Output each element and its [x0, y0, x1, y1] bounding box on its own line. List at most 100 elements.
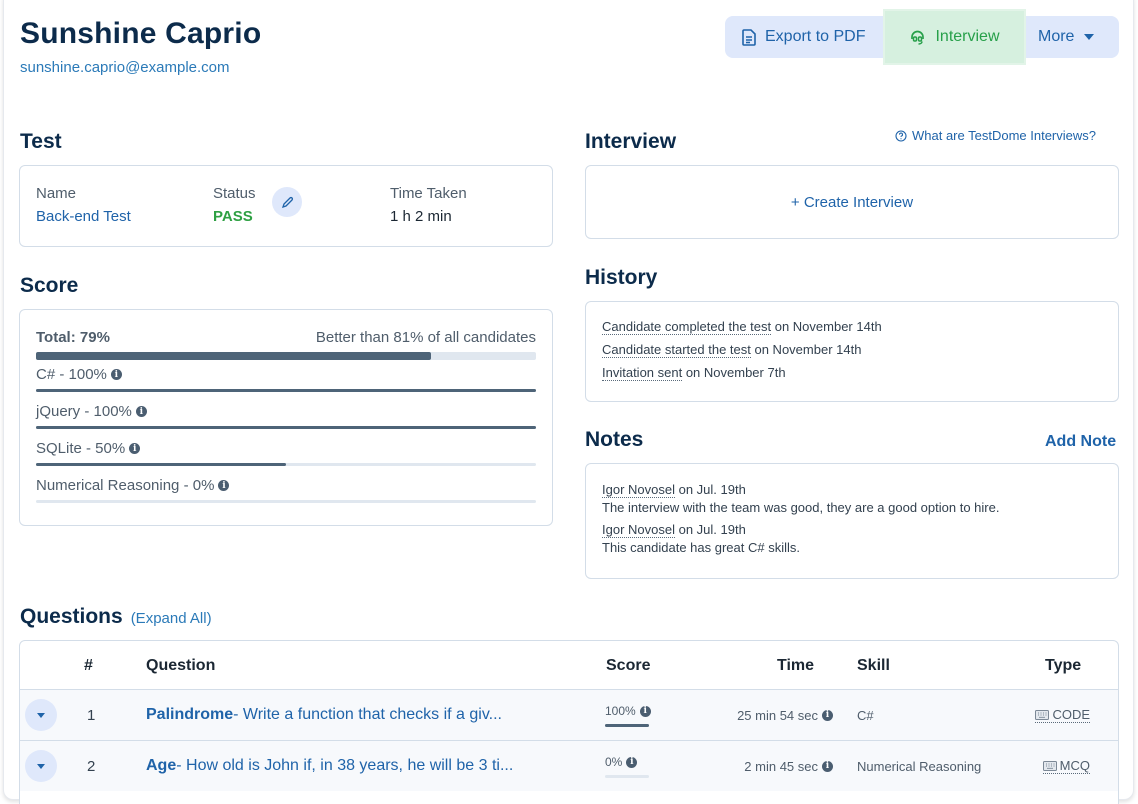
interview-card: + Create Interview — [585, 165, 1119, 239]
question-number: 2 — [87, 757, 96, 775]
question-time: 2 min 45 sec i — [744, 741, 833, 791]
history-item: Candidate completed the test on November… — [602, 317, 882, 337]
skill-score-row: Numerical Reasoning - 0% i — [36, 477, 536, 503]
column-header-number: # — [84, 657, 93, 674]
question-type-text: CODE — [1052, 707, 1090, 722]
history-section-title: History — [585, 266, 658, 289]
question-skill: C# — [857, 707, 874, 723]
expand-row-button[interactable] — [25, 750, 57, 782]
test-name-label: Name — [36, 185, 77, 202]
column-header-question: Question — [146, 657, 216, 674]
export-pdf-label: Export to PDF — [765, 28, 866, 45]
test-name-link[interactable]: Back-end Test — [36, 208, 131, 225]
keyboard-icon — [1042, 760, 1057, 771]
question-skill: Numerical Reasoning — [857, 758, 982, 774]
edit-status-button[interactable] — [272, 187, 302, 217]
skill-score-bar — [36, 426, 536, 429]
note-author[interactable]: Igor Novosel — [602, 522, 675, 538]
test-section-title: Test — [20, 130, 62, 153]
history-event[interactable]: Invitation sent — [602, 365, 683, 381]
test-card: Name Back-end Test Status PASS Time Take… — [19, 165, 553, 247]
note-text: The interview with the team was good, th… — [602, 500, 1000, 515]
skill-score-row: SQLite - 50% i — [36, 440, 536, 466]
history-date: on November 7th — [682, 365, 786, 380]
caret-down-icon — [37, 763, 45, 769]
document-icon — [742, 28, 756, 46]
expand-all-link[interactable]: (Expand All) — [131, 610, 212, 627]
skill-score-bar — [36, 389, 536, 392]
history-date: on November 14th — [771, 319, 882, 334]
skill-score-text: jQuery - 100% — [36, 403, 132, 420]
create-interview-button[interactable]: + Create Interview — [791, 194, 913, 211]
time-taken-value: 1 h 2 min — [390, 208, 452, 225]
add-note-button[interactable]: Add Note — [1045, 433, 1116, 451]
notes-section-title: Notes — [585, 428, 644, 451]
interview-button[interactable]: Interview — [883, 9, 1026, 65]
more-label: More — [1038, 28, 1075, 45]
skill-score-bar — [36, 500, 536, 503]
question-type-text: MCQ — [1059, 758, 1090, 773]
interviews-help-label: What are TestDome Interviews? — [912, 128, 1096, 143]
note-text: This candidate has great C# skills. — [602, 540, 800, 555]
expand-row-button[interactable] — [25, 699, 57, 731]
question-score: 100% i — [605, 686, 651, 736]
total-score-row: Total: 79% Better than 81% of all candid… — [36, 329, 536, 360]
history-card: Candidate completed the test on November… — [585, 301, 1119, 402]
skill-score-bar-fill — [36, 389, 536, 392]
question-number: 1 — [87, 706, 96, 724]
keyboard-icon — [1035, 709, 1050, 720]
skill-score-text: Numerical Reasoning - 0% — [36, 477, 215, 494]
info-icon[interactable]: i — [218, 480, 230, 491]
question-score-text: 0% — [605, 755, 623, 769]
question-link[interactable]: Palindrome - Write a function that check… — [146, 690, 502, 740]
headset-icon — [909, 29, 926, 46]
notes-card: Igor Novosel on Jul. 19th The interview w… — [585, 463, 1119, 579]
question-name: Age — [146, 757, 177, 774]
help-circle-icon — [895, 129, 907, 142]
history-item: Invitation sent on November 7th — [602, 363, 882, 383]
question-score-bar-fill — [605, 724, 649, 727]
skill-score-label: SQLite - 50% i — [36, 440, 536, 457]
status-badge: PASS — [213, 208, 253, 225]
info-icon[interactable]: i — [135, 406, 147, 417]
info-icon[interactable]: i — [822, 760, 833, 772]
question-row: 2 Age - How old is John if, in 38 years, … — [20, 740, 1118, 791]
note-date: on Jul. 19th — [674, 522, 746, 537]
question-time-text: 25 min 54 sec — [737, 707, 818, 723]
note-item: Igor Novosel on Jul. 19th This candidate … — [602, 521, 999, 557]
history-date: on November 14th — [750, 342, 862, 357]
candidate-name: Sunshine Caprio — [20, 17, 262, 50]
question-name: Palindrome — [146, 706, 234, 723]
more-dropdown-button[interactable]: More — [1038, 16, 1095, 58]
candidate-email[interactable]: sunshine.caprio@example.com — [20, 59, 230, 76]
question-score-bar — [605, 724, 649, 727]
export-pdf-button[interactable]: Export to PDF — [725, 16, 883, 58]
questions-header: Questions (Expand All) — [20, 605, 212, 629]
candidate-comparison: Better than 81% of all candidates — [315, 329, 536, 346]
note-date: on Jul. 19th — [674, 482, 746, 497]
info-icon[interactable]: i — [110, 369, 122, 380]
info-icon[interactable]: i — [129, 443, 141, 454]
column-header-time: Time — [777, 657, 815, 674]
info-icon[interactable]: i — [822, 709, 833, 721]
question-score-text: 100% — [605, 704, 636, 718]
total-score-bar — [36, 352, 536, 360]
note-item: Igor Novosel on Jul. 19th The interview w… — [602, 481, 999, 517]
info-icon[interactable]: i — [639, 705, 651, 717]
caret-down-icon — [1084, 34, 1095, 40]
note-author[interactable]: Igor Novosel — [602, 482, 675, 498]
skill-score-label: C# - 100% i — [36, 366, 536, 383]
question-time-text: 2 min 45 sec — [744, 758, 818, 774]
history-event[interactable]: Candidate started the test — [602, 342, 751, 358]
info-icon[interactable]: i — [626, 756, 638, 768]
interviews-help-link[interactable]: What are TestDome Interviews? — [895, 128, 1096, 143]
pencil-icon — [281, 196, 294, 209]
question-type[interactable]: CODE — [1035, 690, 1090, 740]
time-taken-label: Time Taken — [390, 185, 467, 202]
total-score-bar-fill — [36, 352, 431, 360]
question-type[interactable]: MCQ — [1042, 741, 1090, 791]
question-score: 0% i — [605, 737, 638, 787]
question-link[interactable]: Age - How old is John if, in 38 years, h… — [146, 741, 513, 791]
interview-section-title: Interview — [585, 130, 677, 153]
history-event[interactable]: Candidate completed the test — [602, 319, 772, 335]
